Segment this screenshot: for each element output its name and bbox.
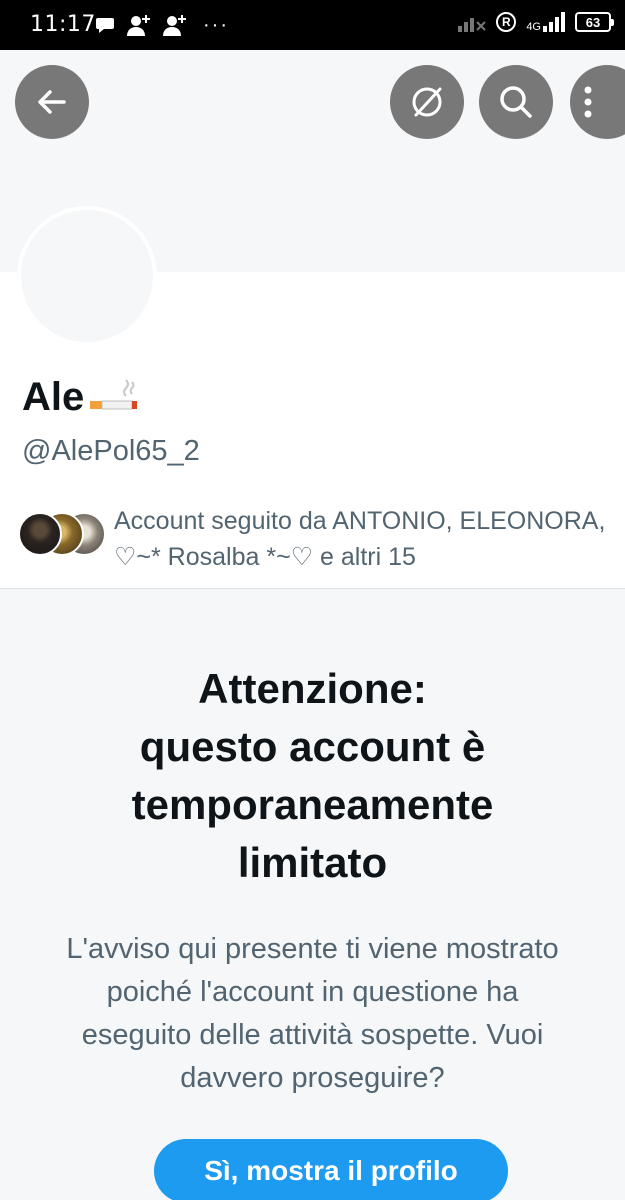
status-time: 11:17 bbox=[30, 12, 96, 37]
chat-bubble-icon bbox=[96, 18, 114, 33]
network-type: 4G bbox=[526, 21, 541, 33]
more-vertical-icon bbox=[584, 86, 592, 118]
follower-avatars bbox=[18, 512, 106, 562]
display-name-text: Ale bbox=[22, 375, 85, 419]
unfollow-button[interactable] bbox=[390, 65, 464, 139]
search-icon bbox=[500, 86, 532, 118]
status-bar: 11:17 ··· R 4G 63 bbox=[0, 0, 625, 50]
avatar[interactable] bbox=[17, 206, 157, 346]
follower-avatar bbox=[18, 512, 62, 556]
signal-icon bbox=[458, 18, 487, 32]
profile-handle: @AlePol65_2 bbox=[22, 435, 200, 467]
person-add-icon bbox=[127, 15, 150, 36]
cigarette-icon bbox=[90, 379, 138, 410]
notice-title-line: temporaneamente bbox=[131, 781, 494, 828]
more-notifications-icon: ··· bbox=[203, 14, 229, 36]
notice-title-line: questo account è bbox=[139, 723, 486, 770]
search-button[interactable] bbox=[479, 65, 553, 139]
notice-title: Attenzione: questo account è temporaneam… bbox=[30, 660, 595, 892]
notice-title-line: Attenzione: bbox=[198, 665, 427, 712]
followers-you-know[interactable]: Account seguito da ANTONIO, ELEONORA, ♡~… bbox=[18, 503, 618, 575]
notice-title-line: limitato bbox=[237, 839, 388, 886]
registered-icon: R bbox=[496, 12, 517, 32]
back-button[interactable] bbox=[15, 65, 89, 139]
mobile-data-indicator: 4G bbox=[526, 12, 565, 33]
followed-by-text: Account seguito da ANTONIO, ELEONORA, ♡~… bbox=[114, 507, 606, 571]
notice-body: L'avviso qui presente ti viene mostrato … bbox=[66, 933, 559, 1094]
person-add-icon bbox=[163, 15, 186, 36]
show-profile-button[interactable]: Sì, mostra il profilo bbox=[154, 1139, 508, 1200]
cell-signal-icon bbox=[543, 12, 565, 32]
unfollow-icon bbox=[412, 87, 442, 117]
back-arrow-icon bbox=[38, 90, 66, 114]
notification-icons: ··· bbox=[95, 14, 229, 36]
display-name: Ale bbox=[22, 375, 140, 420]
battery-icon: 63 bbox=[575, 12, 614, 32]
system-icons: R 4G 63 bbox=[458, 12, 614, 33]
